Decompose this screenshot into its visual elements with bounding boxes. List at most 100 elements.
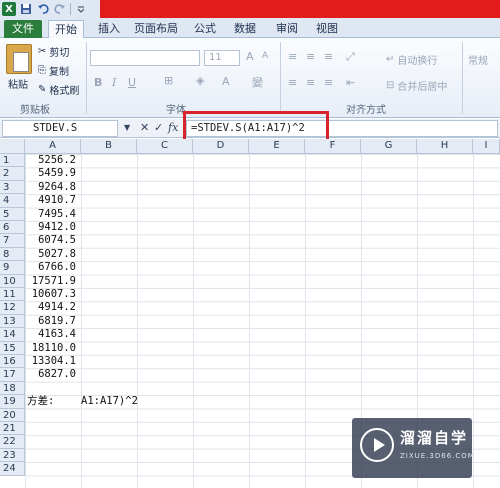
cell-a15[interactable]: 18110.0 xyxy=(25,342,76,355)
name-box-dropdown-icon[interactable]: ▼ xyxy=(124,123,130,132)
row-header-2[interactable]: 2 xyxy=(0,167,25,181)
row-header-6[interactable]: 6 xyxy=(0,221,25,235)
row-header-24[interactable]: 24 xyxy=(0,462,25,476)
cell-a8[interactable]: 5027.8 xyxy=(25,248,76,261)
align-right-icon[interactable]: ≡ xyxy=(324,76,333,89)
cell-a6[interactable]: 9412.0 xyxy=(25,221,76,234)
row-header-10[interactable]: 10 xyxy=(0,274,25,288)
row-header-22[interactable]: 22 xyxy=(0,435,25,449)
column-header-e[interactable]: E xyxy=(249,139,305,154)
save-icon[interactable] xyxy=(19,2,33,16)
cell-a2[interactable]: 5459.9 xyxy=(25,167,76,180)
column-header-b[interactable]: B xyxy=(81,139,137,154)
undo-icon[interactable] xyxy=(36,2,50,16)
cell-a19[interactable]: 方差: xyxy=(27,395,54,408)
column-header-h[interactable]: H xyxy=(417,139,473,154)
align-top-icon[interactable]: ≡ xyxy=(288,50,297,63)
row-header-5[interactable]: 5 xyxy=(0,207,25,221)
row-header-23[interactable]: 23 xyxy=(0,448,25,463)
merge-center-button[interactable]: ⊟ 合并后居中 xyxy=(386,78,447,93)
column-header-a[interactable]: A xyxy=(25,139,81,154)
bold-button[interactable]: B xyxy=(94,76,102,89)
name-box[interactable]: STDEV.S xyxy=(2,120,118,137)
align-bottom-icon[interactable]: ≡ xyxy=(324,50,333,63)
row-header-11[interactable]: 11 xyxy=(0,288,25,302)
cell-a7[interactable]: 6074.5 xyxy=(25,234,76,247)
column-header-c[interactable]: C xyxy=(137,139,193,154)
row-header-4[interactable]: 4 xyxy=(0,194,25,208)
cell-a17[interactable]: 6827.0 xyxy=(25,368,76,381)
tab-page-layout[interactable]: 页面布局 xyxy=(132,20,180,38)
row-header-13[interactable]: 13 xyxy=(0,314,25,329)
cell-a10[interactable]: 17571.9 xyxy=(25,275,76,288)
redo-icon[interactable] xyxy=(53,2,67,16)
cut-button[interactable]: ✂ 剪切 xyxy=(38,44,69,59)
row-header-14[interactable]: 14 xyxy=(0,328,25,342)
row-header-15[interactable]: 15 xyxy=(0,341,25,355)
cell-b19[interactable]: A1:A17)^2 xyxy=(81,395,138,408)
row-header-18[interactable]: 18 xyxy=(0,381,25,396)
row-header-8[interactable]: 8 xyxy=(0,247,25,262)
row-header-17[interactable]: 17 xyxy=(0,368,25,382)
format-painter-button[interactable]: ✎ 格式刷 xyxy=(38,82,79,97)
wrap-text-button[interactable]: ↵ 自动换行 xyxy=(386,52,437,67)
indent-icon[interactable]: ⇤ xyxy=(346,76,355,89)
italic-button[interactable]: I xyxy=(112,76,116,89)
row-header-12[interactable]: 12 xyxy=(0,301,25,315)
row-header-21[interactable]: 21 xyxy=(0,422,25,436)
tab-review[interactable]: 审阅 xyxy=(270,20,304,38)
cell-a13[interactable]: 6819.7 xyxy=(25,315,76,328)
wrap-text-label: 自动换行 xyxy=(397,56,438,67)
tab-insert[interactable]: 插入 xyxy=(92,20,126,38)
row-header-9[interactable]: 9 xyxy=(0,261,25,275)
cell-a11[interactable]: 10607.3 xyxy=(25,288,76,301)
align-middle-icon[interactable]: ≡ xyxy=(306,50,315,63)
tab-file[interactable]: 文件 xyxy=(4,20,42,38)
column-header-d[interactable]: D xyxy=(193,139,249,154)
underline-button[interactable]: U xyxy=(128,76,136,89)
copy-button[interactable]: ⎘ 复制 xyxy=(38,63,69,78)
fill-color-icon[interactable]: ◈ xyxy=(196,74,204,87)
align-center-icon[interactable]: ≡ xyxy=(306,76,315,89)
row-header-1[interactable]: 1 xyxy=(0,154,25,168)
tab-data[interactable]: 数据 xyxy=(228,20,262,38)
cell-a1[interactable]: 5256.2 xyxy=(25,154,76,167)
cell-a3[interactable]: 9264.8 xyxy=(25,181,76,194)
shrink-font-icon[interactable]: A xyxy=(262,51,268,61)
cell-a16[interactable]: 13304.1 xyxy=(25,355,76,368)
row-header-19[interactable]: 19 xyxy=(0,395,25,409)
phonetic-icon[interactable]: 變 xyxy=(252,74,263,90)
borders-icon[interactable]: ⊞ xyxy=(164,74,173,87)
tab-formulas[interactable]: 公式 xyxy=(188,20,222,38)
cell-a12[interactable]: 4914.2 xyxy=(25,301,76,314)
cancel-icon[interactable]: ✕ xyxy=(140,121,149,134)
row-header-3[interactable]: 3 xyxy=(0,180,25,195)
row-header-16[interactable]: 16 xyxy=(0,355,25,369)
paste-button[interactable]: 粘贴 xyxy=(8,76,28,91)
tab-home[interactable]: 开始 xyxy=(48,20,84,38)
column-header-i[interactable]: I xyxy=(473,139,500,154)
enter-icon[interactable]: ✓ xyxy=(154,121,163,134)
cell-a5[interactable]: 7495.4 xyxy=(25,208,76,221)
cell-a14[interactable]: 4163.4 xyxy=(25,328,76,341)
grow-font-icon[interactable]: A xyxy=(246,50,254,63)
quick-access-toolbar: X xyxy=(2,1,88,17)
cell-a9[interactable]: 6766.0 xyxy=(25,261,76,274)
orientation-icon[interactable]: ⤢ xyxy=(346,50,355,64)
column-header-g[interactable]: G xyxy=(361,139,417,154)
paste-icon[interactable] xyxy=(6,44,32,74)
select-all-corner[interactable] xyxy=(0,139,25,154)
font-name-combo[interactable] xyxy=(90,50,200,66)
number-format-combo[interactable]: 常规 xyxy=(468,52,488,67)
group-separator xyxy=(462,42,463,114)
font-size-combo[interactable]: 11 xyxy=(204,50,240,66)
row-header-20[interactable]: 20 xyxy=(0,408,25,422)
cell-a4[interactable]: 4910.7 xyxy=(25,194,76,207)
font-color-icon[interactable]: A xyxy=(222,75,230,88)
tab-view[interactable]: 视图 xyxy=(310,20,344,38)
insert-function-icon[interactable]: fx xyxy=(168,121,178,134)
column-header-f[interactable]: F xyxy=(305,139,361,154)
row-header-7[interactable]: 7 xyxy=(0,234,25,248)
customize-qat-icon[interactable] xyxy=(74,2,88,16)
align-left-icon[interactable]: ≡ xyxy=(288,76,297,89)
